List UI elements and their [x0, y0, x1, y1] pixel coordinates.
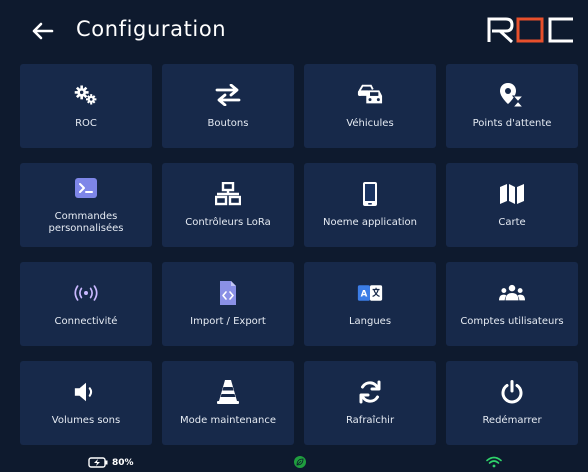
tile-noeme-application[interactable]: Noeme application — [304, 163, 436, 247]
swap-arrows-icon — [215, 82, 241, 108]
svg-text:A: A — [361, 289, 368, 299]
map-pin-hourglass-icon — [499, 82, 525, 108]
users-icon — [499, 280, 525, 306]
tile-controleurs-lora[interactable]: Contrôleurs LoRa — [162, 163, 294, 247]
tile-label: Connectivité — [54, 316, 118, 327]
battery-charging-icon — [88, 457, 108, 468]
tile-langues[interactable]: A Langues — [304, 262, 436, 346]
tile-label: Points d'attente — [472, 118, 552, 129]
tile-label: Mode maintenance — [180, 415, 276, 426]
language-icon: A — [357, 280, 383, 306]
cars-icon — [357, 82, 383, 108]
broadcast-icon — [73, 280, 99, 306]
tile-mode-maintenance[interactable]: Mode maintenance — [162, 361, 294, 445]
tile-carte[interactable]: Carte — [446, 163, 578, 247]
tile-label: Véhicules — [346, 118, 394, 129]
tile-label: Commandes personnalisées — [48, 211, 124, 234]
tile-label: Rafraîchir — [345, 415, 395, 426]
tile-label: Carte — [498, 217, 526, 228]
roc-logo — [486, 16, 576, 44]
tile-label: Langues — [348, 316, 392, 327]
status-bar: 80% — [0, 452, 588, 472]
header-bar: Configuration — [0, 0, 588, 60]
tile-label: Import / Export — [190, 316, 266, 327]
config-grid: ROC Boutons Véhicules Points d'attente C… — [20, 64, 578, 445]
tile-boutons[interactable]: Boutons — [162, 64, 294, 148]
tile-volumes-sons[interactable]: Volumes sons — [20, 361, 152, 445]
tile-rafraichir[interactable]: Rafraîchir — [304, 361, 436, 445]
wifi-icon — [486, 456, 502, 471]
tile-label: Contrôleurs LoRa — [185, 217, 271, 228]
tablet-icon — [357, 181, 383, 207]
arrow-left-icon — [32, 22, 54, 40]
tile-roc[interactable]: ROC — [20, 64, 152, 148]
terminal-icon — [73, 175, 99, 201]
tile-label: Comptes utilisateurs — [460, 316, 564, 327]
code-file-icon — [215, 280, 241, 306]
back-button[interactable] — [30, 18, 56, 44]
power-icon — [499, 379, 525, 405]
battery-indicator: 80% — [88, 457, 134, 468]
leaf-icon — [294, 456, 306, 468]
tile-label: Boutons — [207, 118, 249, 129]
map-icon — [499, 181, 525, 207]
traffic-cone-icon — [215, 379, 241, 405]
tile-points-attente[interactable]: Points d'attente — [446, 64, 578, 148]
refresh-icon — [357, 379, 383, 405]
tile-label: ROC — [75, 118, 97, 129]
gears-icon — [73, 82, 99, 108]
tile-label: Volumes sons — [51, 415, 121, 426]
tile-connectivite[interactable]: Connectivité — [20, 262, 152, 346]
tile-commandes[interactable]: Commandes personnalisées — [20, 163, 152, 247]
page-title: Configuration — [76, 17, 227, 41]
tile-import-export[interactable]: Import / Export — [162, 262, 294, 346]
tile-label: Redémarrer — [482, 415, 542, 426]
battery-level: 80% — [112, 457, 134, 468]
tile-redemarrer[interactable]: Redémarrer — [446, 361, 578, 445]
network-icon — [215, 181, 241, 207]
tile-vehicules[interactable]: Véhicules — [304, 64, 436, 148]
tile-comptes-utilisateurs[interactable]: Comptes utilisateurs — [446, 262, 578, 346]
tile-label: Noeme application — [323, 217, 417, 228]
volume-icon — [73, 379, 99, 405]
